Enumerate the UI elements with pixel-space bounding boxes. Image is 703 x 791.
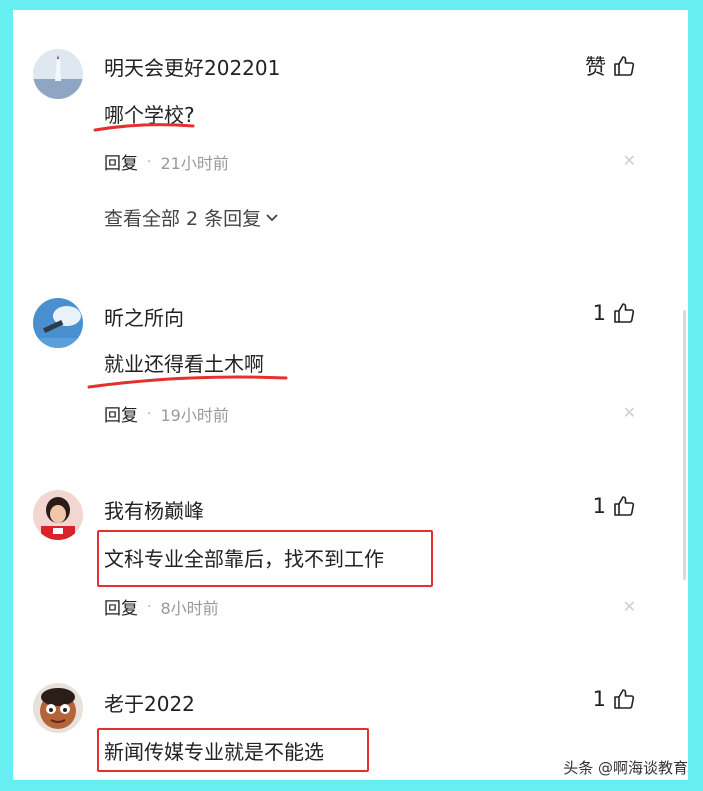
comment-panel: 明天会更好202201 赞 哪个学校? 回复 · 21小时前 ✕ 查看全部 2 … [13,10,688,780]
username[interactable]: 老于2022 [104,688,195,717]
like-button[interactable]: 1 [593,301,636,325]
view-all-label: 查看全部 2 条回复 [104,208,262,230]
timestamp: 21小时前 [160,153,229,173]
avatar[interactable] [33,298,83,348]
reply-button[interactable]: 回复 [104,401,138,426]
like-button[interactable]: 1 [593,687,636,711]
separator-dot: · [147,598,152,615]
close-icon[interactable]: ✕ [623,153,636,169]
chevron-down-icon [265,207,279,229]
separator-dot: · [147,153,152,170]
thumbs-up-icon [612,54,636,78]
comment-text: 就业还得看土木啊 [104,352,264,376]
avatar[interactable] [33,49,83,99]
timestamp: 19小时前 [160,405,229,425]
username[interactable]: 昕之所向 [104,302,184,331]
annotation-box [97,728,369,772]
scrollbar[interactable] [683,310,686,580]
avatar[interactable] [33,683,83,733]
like-count: 1 [592,301,606,325]
comment-text: 哪个学校? [104,103,195,127]
separator-dot: · [147,405,152,422]
timestamp: 8小时前 [160,598,219,618]
close-icon[interactable]: ✕ [623,405,636,421]
username[interactable]: 我有杨巅峰 [104,495,204,524]
like-label: 赞 [585,55,606,79]
like-button[interactable]: 赞 [585,51,636,81]
watermark-text: 头条 @啊海谈教育 [563,759,688,777]
view-all-replies-button[interactable]: 查看全部 2 条回复 [104,204,279,231]
like-count: 1 [592,494,606,518]
username[interactable]: 明天会更好202201 [104,52,280,81]
like-button[interactable]: 1 [593,494,636,518]
like-count: 1 [592,687,606,711]
reply-button[interactable]: 回复 [104,594,138,619]
thumbs-up-icon [612,494,636,518]
avatar[interactable] [33,490,83,540]
close-icon[interactable]: ✕ [623,599,636,615]
annotation-box [97,530,433,587]
thumbs-up-icon [612,687,636,711]
thumbs-up-icon [612,301,636,325]
reply-button[interactable]: 回复 [104,149,138,174]
